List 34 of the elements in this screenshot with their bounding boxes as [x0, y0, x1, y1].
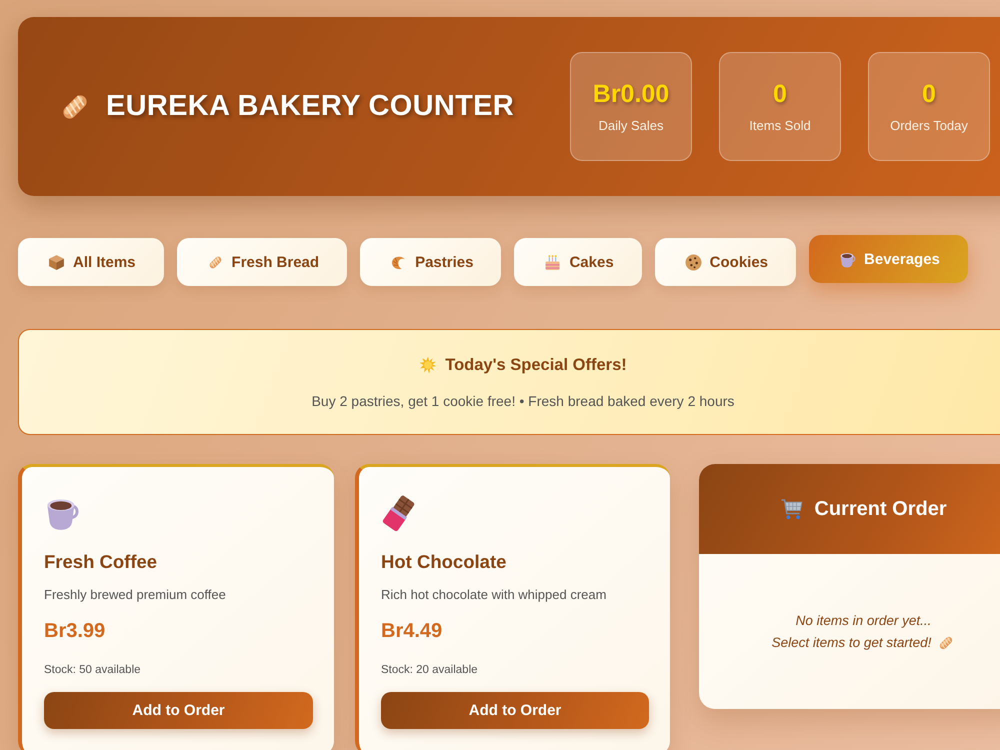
- category-tab[interactable]: Fresh Bread: [176, 238, 348, 286]
- product-description: Freshly brewed premium coffee: [44, 587, 227, 602]
- cookie-icon: [684, 254, 702, 270]
- stat-label: Daily Sales: [598, 117, 664, 134]
- category-tab[interactable]: Pastries: [360, 238, 502, 286]
- product-name: Hot Chocolate: [381, 551, 508, 573]
- app-title: EUREKA BAKERY COUNTER: [106, 90, 514, 123]
- cart-icon: [780, 497, 804, 521]
- box-icon: [48, 254, 65, 270]
- stat-value: 0: [773, 79, 787, 109]
- stock-label: Stock: 20 available: [381, 664, 479, 676]
- stat-value: 0: [922, 79, 936, 109]
- product-price: Br4.49: [381, 620, 444, 643]
- sun-icon: [419, 356, 438, 374]
- add-to-order-button[interactable]: Add to Order: [381, 692, 649, 729]
- empty-order-message: Select items to get started!: [772, 634, 932, 652]
- product-price: Br3.99: [44, 620, 106, 643]
- empty-order-message: No items in order yet...: [796, 612, 932, 630]
- category-tab[interactable]: All Items: [18, 238, 164, 286]
- coffee-cup-icon: [839, 250, 856, 268]
- category-tab[interactable]: Cakes: [514, 238, 642, 286]
- offers-text: Buy 2 pastries, get 1 cookie free! • Fresh bread baked every 2 hours: [312, 392, 734, 408]
- order-title: Current Order: [814, 498, 947, 520]
- stat-label: Orders Today: [890, 117, 968, 134]
- offers-title: Today's Special Offers!: [445, 356, 627, 374]
- category-tab[interactable]: Cookies: [654, 238, 796, 286]
- croissant-icon: [390, 254, 408, 270]
- product-name: Fresh Coffee: [44, 551, 158, 573]
- cake-icon: [544, 254, 562, 270]
- product-description: Rich hot chocolate with whipped cream: [381, 587, 608, 602]
- add-to-order-button[interactable]: Add to Order: [44, 692, 313, 729]
- stat-label: Items Sold: [749, 117, 811, 134]
- stock-label: Stock: 50 available: [44, 664, 142, 676]
- stat-value: Br0.00: [592, 79, 670, 109]
